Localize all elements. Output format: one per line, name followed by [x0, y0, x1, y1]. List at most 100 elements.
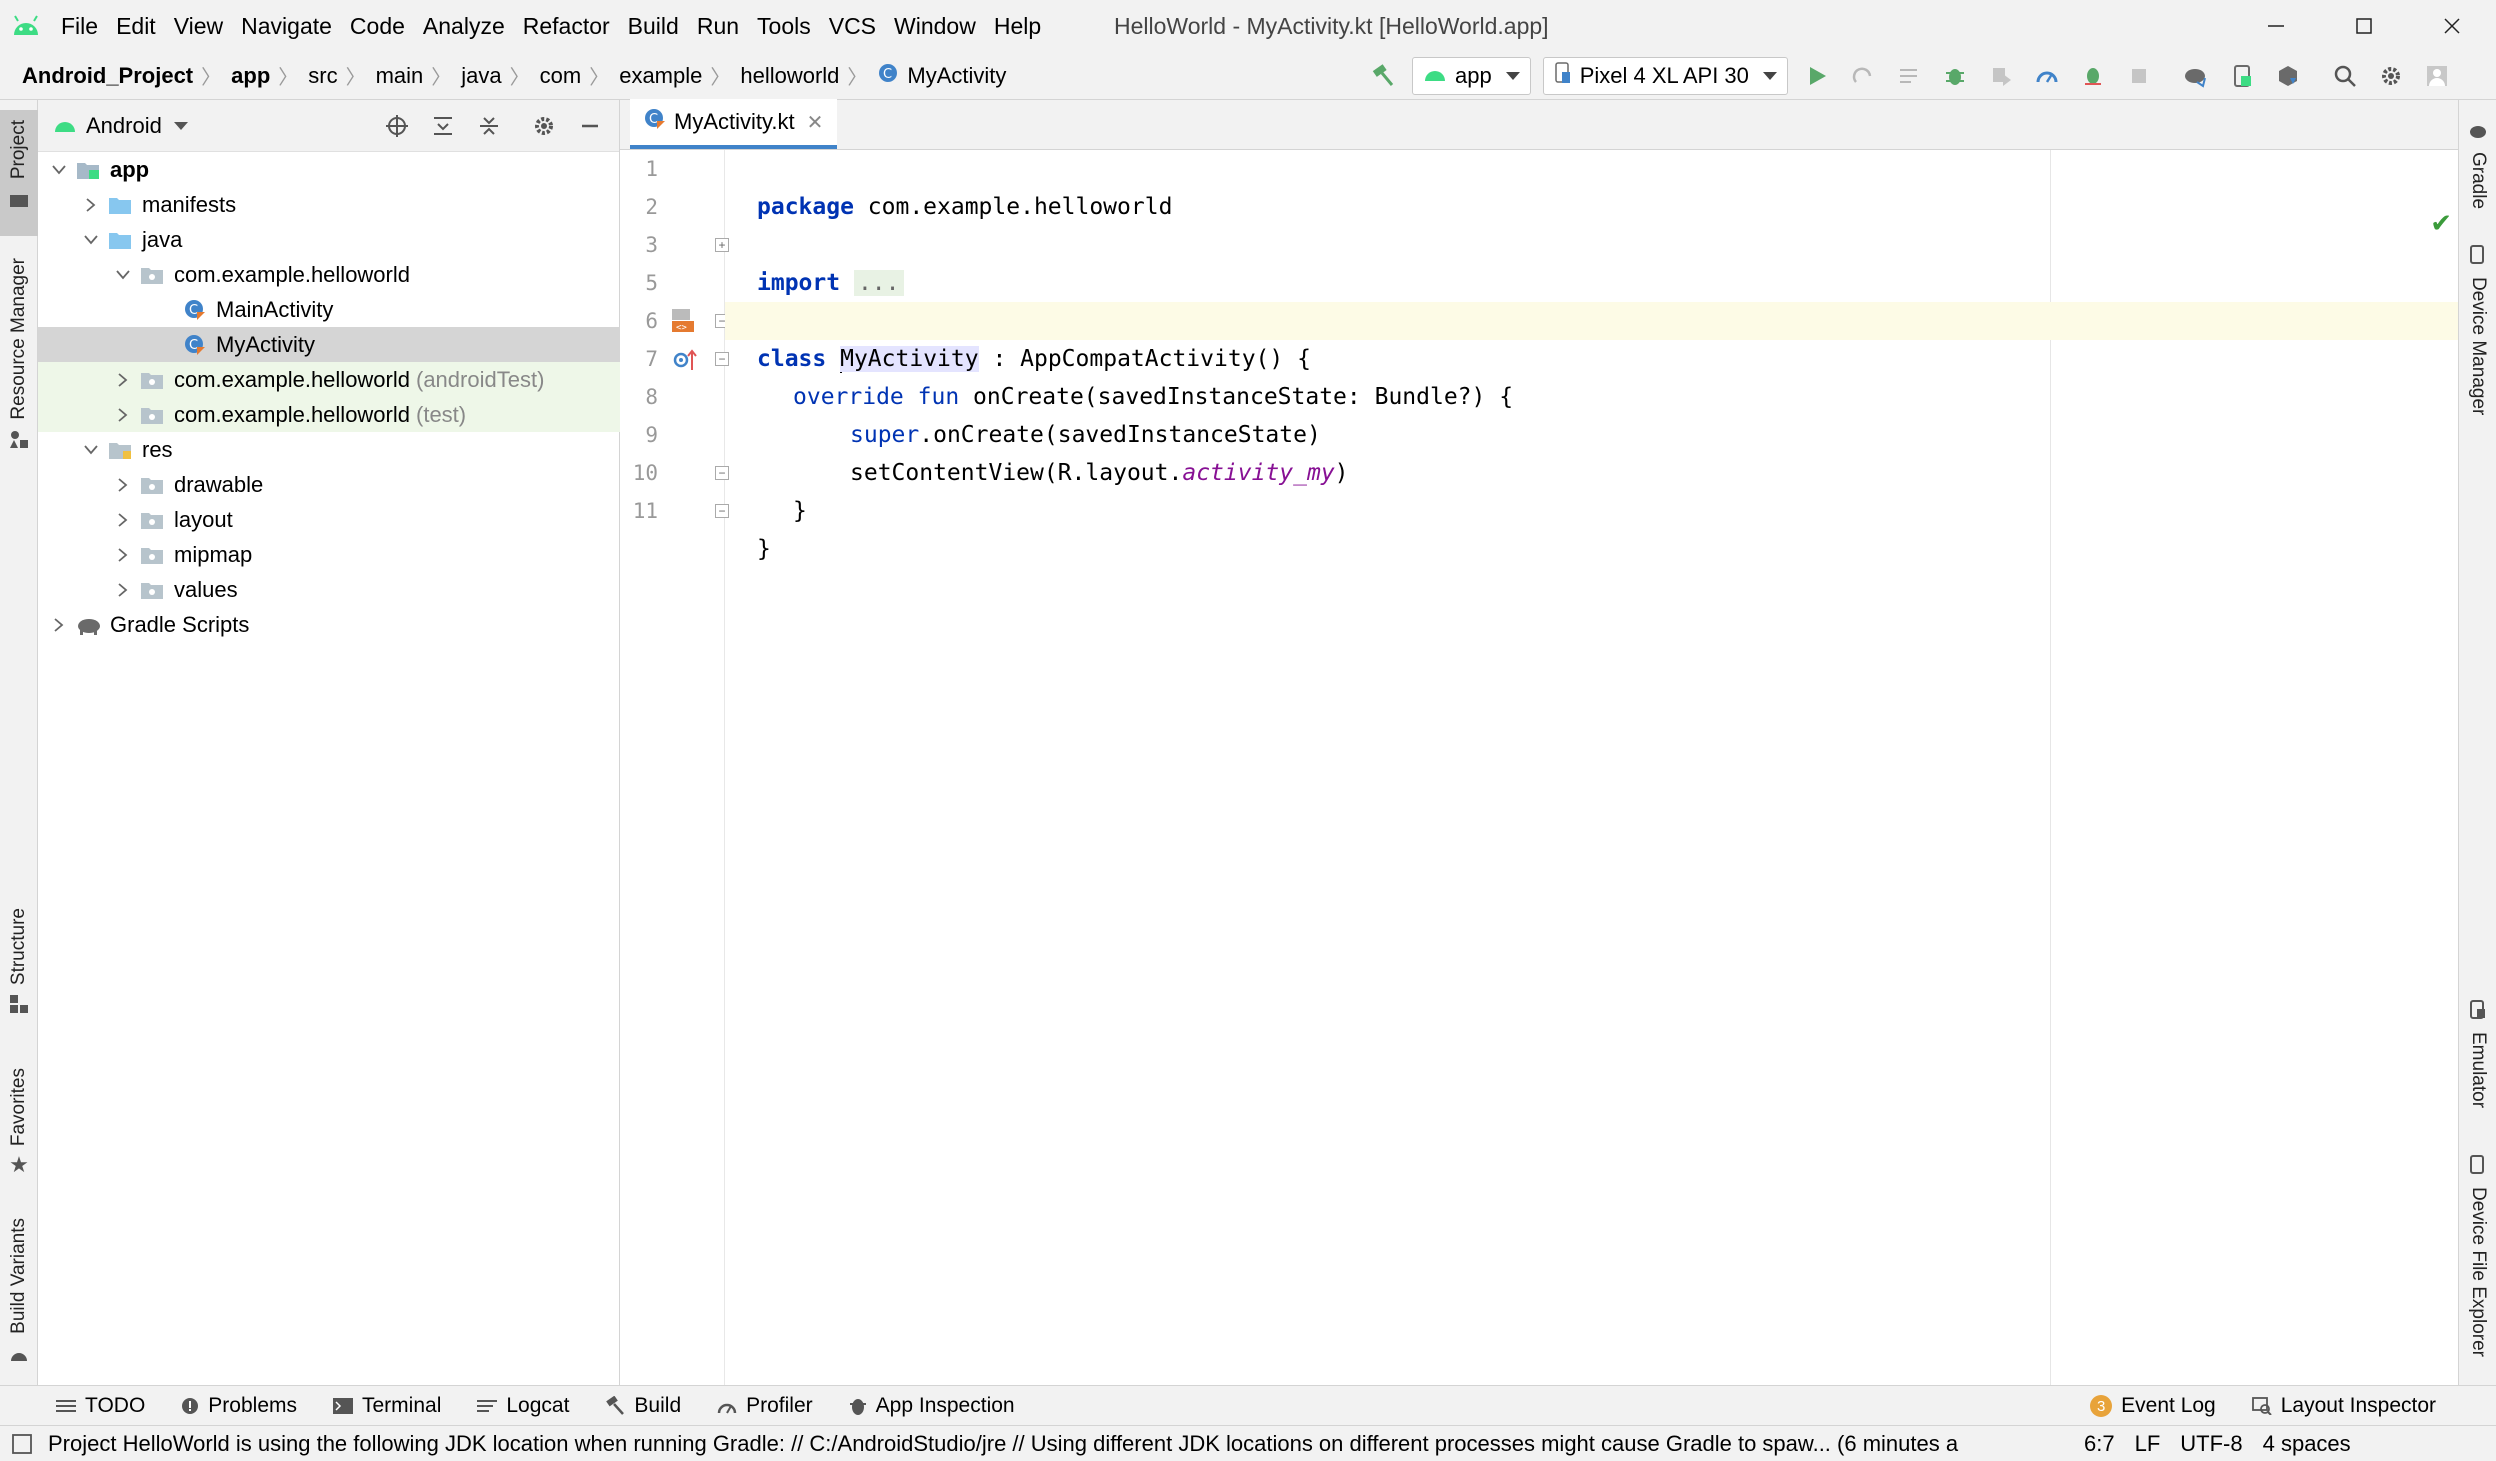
chevron-down-icon[interactable]: [114, 266, 132, 284]
apply-changes-icon[interactable]: [1843, 56, 1883, 96]
breadcrumb-example[interactable]: example: [619, 63, 702, 89]
chevron-right-icon[interactable]: [114, 546, 132, 564]
caret-position[interactable]: 6:7: [2084, 1431, 2115, 1457]
account-avatar-icon[interactable]: [2417, 56, 2457, 96]
search-icon[interactable]: [2325, 56, 2365, 96]
code-text-area[interactable]: ✔ package com.example.helloworld import …: [725, 150, 2458, 1385]
tool-tab-todo[interactable]: TODO: [56, 1394, 145, 1418]
menu-code[interactable]: Code: [341, 0, 414, 52]
file-encoding[interactable]: UTF-8: [2180, 1431, 2242, 1457]
chevron-right-icon[interactable]: [82, 196, 100, 214]
tree-item-manifests[interactable]: manifests: [38, 187, 620, 222]
menu-help[interactable]: Help: [985, 0, 1050, 52]
chevron-right-icon[interactable]: [114, 581, 132, 599]
tree-item-package-androidtest[interactable]: com.example.helloworld (androidTest): [38, 362, 620, 397]
tool-tab-build[interactable]: Build: [605, 1394, 681, 1418]
tool-tab-favorites[interactable]: Favorites ★: [0, 1060, 38, 1220]
chevron-right-icon[interactable]: [114, 406, 132, 424]
close-tab-icon[interactable]: ✕: [807, 110, 824, 135]
sync-gradle-icon[interactable]: [2176, 56, 2216, 96]
gear-icon[interactable]: [2371, 56, 2411, 96]
menu-analyze[interactable]: Analyze: [414, 0, 514, 52]
line-separator[interactable]: LF: [2135, 1431, 2161, 1457]
status-message[interactable]: Project HelloWorld is using the followin…: [48, 1426, 2028, 1461]
tree-item-res[interactable]: res: [38, 432, 620, 467]
device-select[interactable]: Pixel 4 XL API 30: [1542, 57, 1788, 95]
breadcrumb-src[interactable]: src: [308, 63, 337, 89]
profile-icon[interactable]: [2027, 56, 2067, 96]
status-toggle-icon[interactable]: [12, 1434, 32, 1460]
breadcrumb-helloworld[interactable]: helloworld: [740, 63, 839, 89]
make-project-hammer-icon[interactable]: [1363, 56, 1403, 96]
chevron-right-icon[interactable]: [114, 371, 132, 389]
tree-item-package-test[interactable]: com.example.helloworld (test): [38, 397, 620, 432]
sdk-manager-icon[interactable]: [2268, 56, 2308, 96]
tree-item-package[interactable]: com.example.helloworld: [38, 257, 620, 292]
tool-tab-app-inspection[interactable]: App Inspection: [849, 1394, 1015, 1418]
tree-item-gradle-scripts[interactable]: Gradle Scripts: [38, 607, 620, 642]
override-gutter-icon[interactable]: [672, 348, 698, 380]
layout-file-gutter-icon[interactable]: <>: [670, 308, 696, 340]
tool-tab-profiler[interactable]: Profiler: [717, 1394, 813, 1418]
device-manager-icon[interactable]: [2222, 56, 2262, 96]
menu-vcs[interactable]: VCS: [820, 0, 885, 52]
breadcrumb-com[interactable]: com: [540, 63, 582, 89]
menu-tools[interactable]: Tools: [748, 0, 820, 52]
tree-item-mainactivity[interactable]: C MainActivity: [38, 292, 620, 327]
debug-icon[interactable]: [1935, 56, 1975, 96]
close-icon[interactable]: [2408, 0, 2496, 52]
tool-tab-problems[interactable]: Problems: [181, 1394, 297, 1418]
run-config-select[interactable]: app: [1412, 57, 1531, 95]
attach-debugger-icon[interactable]: [1981, 56, 2021, 96]
maximize-icon[interactable]: [2320, 0, 2408, 52]
chevron-down-icon[interactable]: [173, 121, 188, 130]
chevron-right-icon[interactable]: [114, 511, 132, 529]
breadcrumb-myactivity[interactable]: MyActivity: [907, 63, 1006, 89]
indent-setting[interactable]: 4 spaces: [2263, 1431, 2351, 1457]
menu-file[interactable]: File: [52, 0, 107, 52]
tool-tab-project[interactable]: Project: [0, 110, 38, 236]
stop-icon[interactable]: [2119, 56, 2159, 96]
tree-item-java[interactable]: java: [38, 222, 620, 257]
menu-run[interactable]: Run: [688, 0, 748, 52]
tool-tab-structure[interactable]: Structure: [0, 900, 38, 1050]
folded-imports[interactable]: ...: [853, 270, 904, 296]
tree-item-values[interactable]: values: [38, 572, 620, 607]
locate-file-icon[interactable]: [379, 108, 415, 144]
menu-build[interactable]: Build: [619, 0, 688, 52]
tool-tab-layout-inspector[interactable]: Layout Inspector: [2251, 1394, 2436, 1418]
chevron-down-icon[interactable]: [50, 161, 68, 179]
tree-item-myactivity[interactable]: C MyActivity: [38, 327, 620, 362]
chevron-down-icon[interactable]: [82, 441, 100, 459]
breadcrumb-main[interactable]: main: [376, 63, 424, 89]
menu-navigate[interactable]: Navigate: [232, 0, 341, 52]
tool-tab-logcat[interactable]: Logcat: [477, 1394, 569, 1418]
menu-refactor[interactable]: Refactor: [514, 0, 619, 52]
tool-tab-device-manager[interactable]: Device Manager: [2459, 245, 2496, 545]
apply-code-changes-icon[interactable]: [1889, 56, 1929, 96]
run-icon[interactable]: [1797, 56, 1837, 96]
breadcrumb-project[interactable]: Android_Project: [22, 63, 193, 89]
hide-panel-icon[interactable]: [572, 108, 608, 144]
chevron-right-icon[interactable]: [50, 616, 68, 634]
tree-item-mipmap[interactable]: mipmap: [38, 537, 620, 572]
project-view-selector[interactable]: Android: [86, 113, 162, 139]
chevron-right-icon[interactable]: [114, 476, 132, 494]
expand-all-icon[interactable]: [425, 108, 461, 144]
breadcrumb-app[interactable]: app: [231, 63, 270, 89]
tool-tab-terminal[interactable]: Terminal: [333, 1394, 441, 1418]
menu-view[interactable]: View: [165, 0, 232, 52]
menu-window[interactable]: Window: [885, 0, 985, 52]
gear-icon[interactable]: [526, 108, 562, 144]
menu-edit[interactable]: Edit: [107, 0, 165, 52]
debug-attach-icon[interactable]: [2073, 56, 2113, 96]
collapse-all-icon[interactable]: [471, 108, 507, 144]
tool-tab-device-file-explorer[interactable]: Device File Explorer: [2459, 1155, 2496, 1385]
tree-item-layout[interactable]: layout: [38, 502, 620, 537]
editor-tab-myactivity[interactable]: C MyActivity.kt ✕: [630, 99, 838, 149]
tool-tab-resource-manager[interactable]: Resource Manager: [0, 250, 38, 550]
chevron-down-icon[interactable]: [82, 231, 100, 249]
tool-tab-gradle[interactable]: Gradle: [2459, 120, 2496, 240]
tree-item-app[interactable]: app: [38, 152, 620, 187]
tree-item-drawable[interactable]: drawable: [38, 467, 620, 502]
